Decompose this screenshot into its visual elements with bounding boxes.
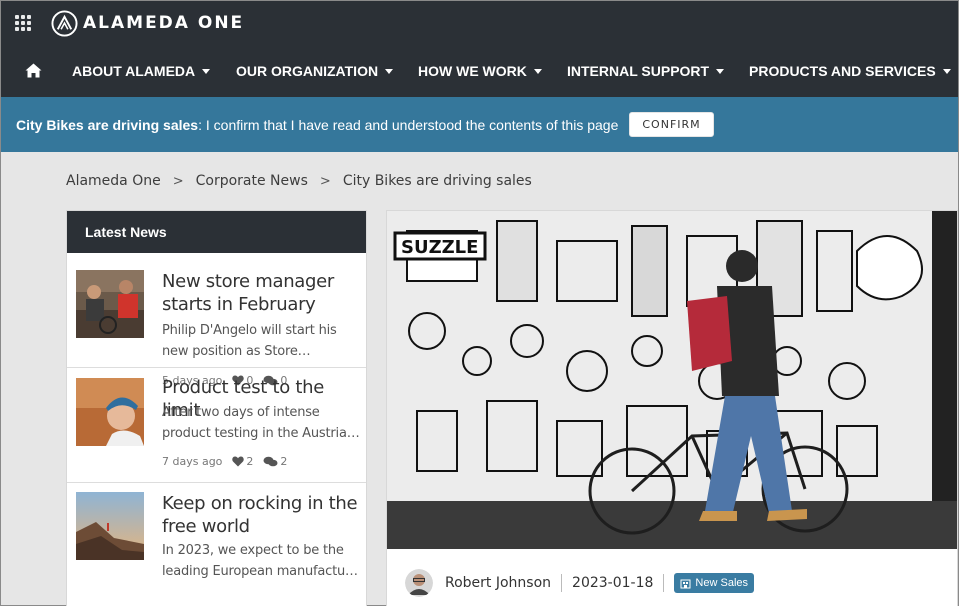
nav-item-how-we-work[interactable]: HOW WE WORK (418, 45, 542, 97)
nav-item-label: PRODUCTS AND SERVICES (749, 63, 936, 79)
caret-down-icon (385, 68, 394, 74)
caret-down-icon (942, 68, 951, 74)
news-date: 7 days ago (162, 455, 223, 468)
likes-count[interactable]: 2 (232, 455, 253, 468)
news-thumbnail[interactable] (76, 492, 144, 560)
news-excerpt: In 2023, we expect to be the leading Eur… (162, 543, 358, 579)
article-card: SUZZLE Robert Johnson 2023-01-18 New Sal… (386, 210, 958, 606)
breadcrumb-separator: > (319, 173, 331, 189)
nav-item-about[interactable]: ABOUT ALAMEDA (72, 45, 211, 97)
breadcrumb-separator: > (172, 173, 184, 189)
author-name[interactable]: Robert Johnson (445, 575, 551, 591)
caret-down-icon (716, 68, 725, 74)
caret-down-icon (533, 68, 542, 74)
comments-value: 2 (280, 455, 288, 468)
home-icon[interactable] (25, 63, 42, 78)
confirm-button[interactable]: CONFIRM (629, 112, 714, 137)
comments-count[interactable]: 2 (263, 455, 287, 468)
banner-message: : I confirm that I have read and underst… (198, 116, 619, 133)
breadcrumb-item-corporate-news[interactable]: Corporate News (196, 173, 308, 189)
news-thumbnail[interactable] (76, 270, 144, 338)
banner-page-title: City Bikes are driving sales (16, 116, 199, 133)
news-item[interactable]: Keep on rocking in the free world In 202… (67, 483, 366, 598)
news-thumbnail[interactable] (76, 378, 144, 446)
brand-name: ALAMEDA ONE (83, 13, 245, 33)
nav-item-products[interactable]: PRODUCTS AND SERVICES (749, 45, 951, 97)
read-confirmation-banner: City Bikes are driving sales: I confirm … (1, 97, 958, 152)
caret-down-icon (202, 68, 211, 74)
article-date: 2023-01-18 (572, 575, 654, 591)
news-item[interactable]: New store manager starts in February Phi… (67, 253, 366, 387)
brand-logo[interactable]: ALAMEDA ONE (51, 9, 244, 37)
breadcrumb: Alameda One > Corporate News > City Bike… (66, 171, 532, 191)
main-nav: ABOUT ALAMEDA OUR ORGANIZATION HOW WE WO… (1, 45, 958, 97)
article-tag[interactable]: New Sales (674, 573, 754, 593)
article-hero-image: SUZZLE (387, 211, 957, 549)
nav-item-label: HOW WE WORK (418, 63, 527, 79)
news-item[interactable]: Product test to the limit After two days… (67, 368, 366, 483)
article-tag-label: New Sales (695, 577, 748, 589)
nav-item-internal-support[interactable]: INTERNAL SUPPORT (567, 45, 725, 97)
nav-item-label: INTERNAL SUPPORT (567, 63, 710, 79)
likes-value: 2 (246, 455, 254, 468)
news-title[interactable]: Keep on rocking in the free world (162, 492, 362, 538)
heart-icon (232, 456, 245, 467)
breadcrumb-item-current: City Bikes are driving sales (342, 173, 532, 189)
byline-divider (561, 574, 563, 592)
nav-item-organization[interactable]: OUR ORGANIZATION (236, 45, 394, 97)
latest-news-panel: Latest News New store manager starts in … (66, 210, 367, 606)
banner-text: City Bikes are driving sales: I confirm … (16, 117, 618, 133)
news-excerpt: After two days of intense product testin… (162, 405, 360, 441)
breadcrumb-item-home[interactable]: Alameda One (66, 173, 161, 189)
nav-item-label: ABOUT ALAMEDA (72, 63, 196, 79)
byline-divider (663, 574, 665, 592)
hero-sign-text: SUZZLE (401, 237, 478, 258)
latest-news-heading: Latest News (67, 211, 366, 253)
news-meta: 7 days ago 2 2 (162, 455, 362, 468)
news-excerpt: Philip D'Angelo will start his new posit… (162, 323, 337, 359)
nav-item-label: OUR ORGANIZATION (236, 63, 379, 79)
waffle-icon[interactable] (15, 15, 31, 31)
author-avatar[interactable] (405, 569, 433, 597)
brand-row: ALAMEDA ONE (1, 1, 958, 45)
article-byline: Robert Johnson 2023-01-18 New Sales (405, 567, 754, 599)
news-title[interactable]: New store manager starts in February (162, 270, 362, 316)
comments-icon (263, 456, 278, 467)
building-icon (680, 579, 691, 588)
logo-icon (51, 9, 78, 37)
top-bar: ALAMEDA ONE ABOUT ALAMEDA OUR ORGANIZATI… (1, 1, 958, 97)
